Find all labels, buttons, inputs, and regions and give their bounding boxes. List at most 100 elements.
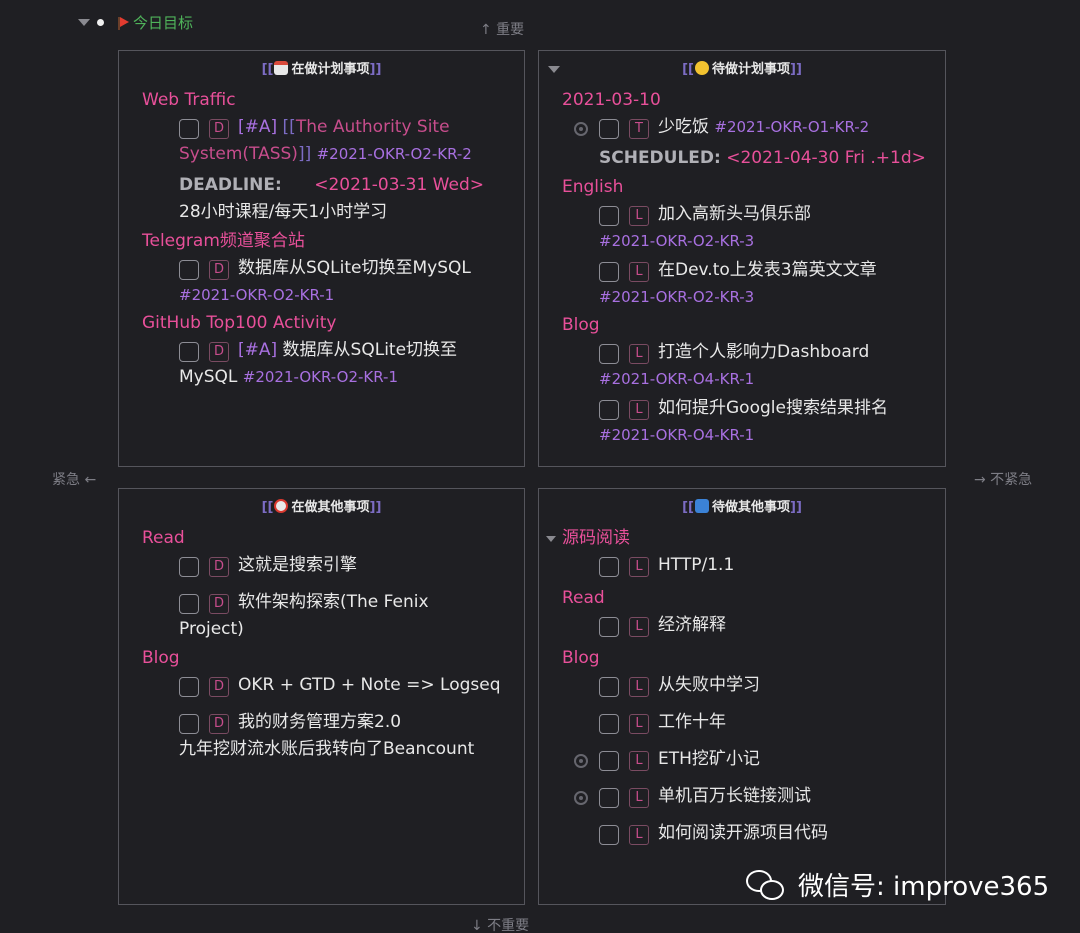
task-checkbox[interactable]	[599, 617, 619, 637]
task-marker[interactable]: D	[209, 119, 229, 139]
bracket-open: [[	[682, 500, 694, 515]
wechat-watermark: 微信号: improve365	[746, 866, 1049, 903]
repeat-indicator-icon[interactable]	[574, 754, 588, 768]
task-text: 工作十年	[658, 712, 726, 732]
block-bullet-icon[interactable]	[97, 19, 104, 26]
task-marker[interactable]: L	[629, 400, 649, 420]
task-checkbox[interactable]	[599, 677, 619, 697]
okr-tag[interactable]: #2021-OKR-O2-KR-3	[599, 228, 945, 254]
quadrant-title-link[interactable]: 待做计划事项	[712, 62, 790, 77]
repeat-indicator-icon[interactable]	[574, 122, 588, 136]
okr-tag[interactable]: #2021-OKR-O2-KR-1	[179, 282, 524, 308]
task-checkbox[interactable]	[599, 344, 619, 364]
quadrant-title-link[interactable]: 在做计划事项	[291, 62, 369, 77]
group-label[interactable]: Read	[562, 587, 945, 609]
task-checkbox[interactable]	[599, 557, 619, 577]
quadrant-title-link[interactable]: 待做其他事项	[712, 500, 790, 515]
task-marker[interactable]: D	[209, 342, 229, 362]
task-checkbox[interactable]	[179, 714, 199, 734]
okr-tag[interactable]: #2021-OKR-O4-KR-1	[599, 366, 945, 392]
axis-urgent: 紧急 ←	[52, 472, 97, 488]
task-marker[interactable]: D	[209, 260, 229, 280]
task-marker[interactable]: L	[629, 262, 649, 282]
collapse-caret-icon[interactable]	[546, 536, 556, 542]
task-checkbox[interactable]	[599, 751, 619, 771]
task-checkbox[interactable]	[599, 788, 619, 808]
up-arrow-icon	[694, 499, 709, 513]
group-label[interactable]: Blog	[142, 647, 524, 669]
collapse-caret-icon[interactable]	[78, 19, 90, 26]
task-checkbox[interactable]	[599, 262, 619, 282]
task-checkbox[interactable]	[179, 260, 199, 280]
priority-tag[interactable]: [#A]	[238, 117, 277, 137]
okr-tag[interactable]: #2021-OKR-O1-KR-2	[714, 118, 869, 136]
task-checkbox[interactable]	[179, 342, 199, 362]
group-label[interactable]: Blog	[562, 647, 945, 669]
okr-tag[interactable]: #2021-OKR-O2-KR-1	[243, 368, 398, 386]
okr-tag[interactable]: #2021-OKR-O2-KR-2	[317, 145, 472, 163]
page-ref-link[interactable]: The Authority Site	[296, 117, 450, 137]
task-marker[interactable]: L	[629, 751, 649, 771]
deadline-date[interactable]: <2021-03-31 Wed>	[314, 175, 484, 195]
task-text-wrap: Project)	[179, 619, 244, 639]
bracket-close: ]]	[790, 500, 802, 515]
bracket-close: ]]	[790, 62, 802, 77]
group-label[interactable]: 2021-03-10	[562, 89, 945, 111]
task-checkbox[interactable]	[599, 714, 619, 734]
repeat-indicator-icon[interactable]	[574, 791, 588, 805]
page-ref-link-cont[interactable]: System(TASS)	[179, 144, 298, 164]
task-marker[interactable]: L	[629, 617, 649, 637]
task-checkbox[interactable]	[599, 206, 619, 226]
flag-icon	[117, 16, 130, 30]
task-marker[interactable]: L	[629, 677, 649, 697]
okr-tag[interactable]: #2021-OKR-O2-KR-3	[599, 284, 945, 310]
task-marker[interactable]: T	[629, 119, 649, 139]
group-label[interactable]: GitHub Top100 Activity	[142, 312, 524, 334]
task-marker[interactable]: D	[209, 714, 229, 734]
quadrant-todo-other: [[待做其他事项]] 源码阅读 L HTTP/1.1 Read L 经济解释 B…	[538, 488, 946, 905]
task-item: D 数据库从SQLite切换至MySQL #2021-OKR-O2-KR-1	[142, 255, 524, 308]
task-marker[interactable]: L	[629, 344, 649, 364]
task-text: OKR + GTD + Note => Logseq	[238, 675, 501, 695]
collapse-caret-icon[interactable]	[548, 66, 560, 73]
task-checkbox[interactable]	[599, 400, 619, 420]
task-marker[interactable]: L	[629, 825, 649, 845]
task-marker[interactable]: L	[629, 788, 649, 808]
task-text-wrap: 九年挖财流水账后我转向了Beancount	[179, 739, 475, 759]
task-item: L 加入高新头马俱乐部 #2021-OKR-O2-KR-3	[562, 201, 945, 254]
task-marker[interactable]: L	[629, 557, 649, 577]
task-item: L 打造个人影响力Dashboard #2021-OKR-O4-KR-1	[562, 339, 945, 392]
task-marker[interactable]: D	[209, 677, 229, 697]
task-marker[interactable]: L	[629, 206, 649, 226]
task-marker[interactable]: L	[629, 714, 649, 734]
ref-bracket: [[	[282, 117, 296, 137]
priority-tag[interactable]: [#A]	[238, 340, 277, 360]
task-checkbox[interactable]	[179, 594, 199, 614]
group-name[interactable]: 源码阅读	[562, 528, 630, 548]
group-label[interactable]: 源码阅读	[546, 527, 945, 549]
task-marker[interactable]: D	[209, 594, 229, 614]
wechat-icon	[746, 868, 788, 902]
task-text: 如何阅读开源项目代码	[658, 823, 828, 843]
task-checkbox[interactable]	[179, 119, 199, 139]
group-label[interactable]: English	[562, 176, 945, 198]
group-label[interactable]: Telegram频道聚合站	[142, 230, 524, 252]
quadrant-header: [[ 待做其他事项]]	[539, 499, 945, 523]
quadrant-title-link[interactable]: 在做其他事项	[291, 500, 369, 515]
today-goals-block: 今日目标	[78, 12, 193, 33]
task-checkbox[interactable]	[599, 825, 619, 845]
group-label[interactable]: Web Traffic	[142, 89, 524, 111]
task-marker[interactable]: D	[209, 557, 229, 577]
smile-face-icon	[694, 61, 709, 75]
task-checkbox[interactable]	[599, 119, 619, 139]
okr-tag[interactable]: #2021-OKR-O4-KR-1	[599, 422, 945, 448]
quadrant-header: [[在做其他事项]]	[119, 499, 524, 523]
group-label[interactable]: Read	[142, 527, 524, 549]
task-text-part: 数据库从SQLite切换至	[282, 340, 458, 360]
task-checkbox[interactable]	[179, 677, 199, 697]
task-item: D 我的财务管理方案2.0 九年挖财流水账后我转向了Beancount	[142, 709, 524, 763]
scheduled-date[interactable]: <2021-04-30 Fri .+1d>	[726, 148, 926, 168]
task-checkbox[interactable]	[179, 557, 199, 577]
group-label[interactable]: Blog	[562, 314, 945, 336]
scheduled-row: SCHEDULED: <2021-04-30 Fri .+1d>	[599, 145, 945, 172]
